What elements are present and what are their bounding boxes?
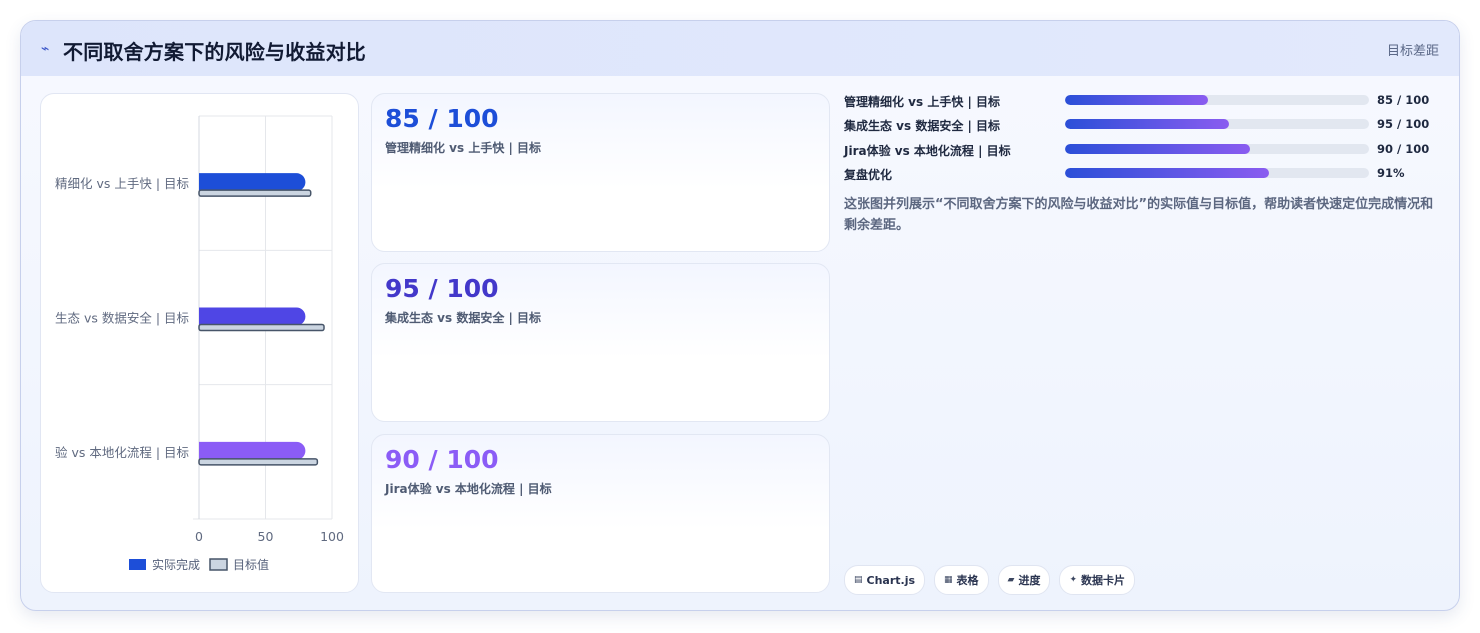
kpi-value: 85 / 100 (385, 104, 499, 133)
chip-chartjs[interactable]: ▤ Chart.js (844, 565, 926, 595)
legend-label-actual: 实际完成 (152, 557, 200, 572)
progress-row: 管理精细化 vs 上手快 | 目标 85 / 100 (844, 93, 1444, 113)
y-tick-label: 生态 vs 数据安全 | 目标 (55, 311, 189, 326)
chip-label: 表格 (956, 574, 979, 587)
progress-value: 95 / 100 (1377, 117, 1430, 131)
progress-track (1065, 119, 1369, 129)
kpi-label: Jira体验 vs 本地化流程 | 目标 (385, 482, 552, 496)
table-icon: ▦ (944, 575, 953, 585)
target-bar (198, 458, 319, 466)
kpi-label: 集成生态 vs 数据安全 | 目标 (385, 311, 542, 325)
progress-label: 集成生态 vs 数据安全 | 目标 (844, 119, 1001, 133)
progress-label: 复盘优化 (844, 168, 893, 182)
chip-label: 数据卡片 (1081, 574, 1126, 587)
y-tick-label: 验 vs 本地化流程 | 目标 (55, 445, 189, 460)
legend-label-target: 目标值 (233, 557, 269, 572)
progress-fill (1065, 144, 1251, 154)
chip-table[interactable]: ▦ 表格 (934, 565, 989, 595)
x-tick-label: 50 (258, 529, 274, 544)
sparkle-icon: ✦ (1069, 575, 1078, 585)
bar-chart: 0 50 100 精细化 vs 上手快 | 目标生态 vs 数据安全 | 目标验 vs… (55, 115, 344, 572)
target-bar (198, 189, 312, 197)
progress-track (1065, 144, 1369, 154)
progress-fill (1065, 95, 1208, 105)
progress-fill (1065, 119, 1230, 129)
chip-data-card[interactable]: ✦ 数据卡片 (1059, 565, 1136, 595)
legend-swatch-target (209, 558, 228, 571)
chip-progress[interactable]: ▰ 进度 (997, 565, 1051, 595)
actual-bar (199, 173, 306, 192)
tag-chips: ▤ Chart.js ▦ 表格 ▰ 进度 ✦ 数据卡片 (844, 565, 1136, 595)
card-header: ⌁ 不同取舍方案下的风险与收益对比 目标差距 (21, 21, 1459, 76)
actual-bar (199, 441, 306, 460)
sparkline-icon: ⌁ (41, 40, 50, 56)
actual-bar (199, 307, 306, 326)
progress-value: 85 / 100 (1377, 93, 1430, 107)
target-bar (198, 323, 325, 332)
legend-swatch-actual (129, 559, 146, 570)
kpi-card: 95 / 100 集成生态 vs 数据安全 | 目标 (371, 263, 830, 422)
progress-value: 91% (1377, 166, 1405, 180)
y-tick-label: 精细化 vs 上手快 | 目标 (55, 176, 189, 191)
x-tick-label: 100 (320, 529, 344, 544)
progress-fill (1065, 168, 1269, 178)
kpi-label: 管理精细化 vs 上手快 | 目标 (385, 141, 542, 155)
progress-label: Jira体验 vs 本地化流程 | 目标 (844, 144, 1011, 158)
chip-label: Chart.js (866, 573, 916, 587)
bar-chart-panel: 0 50 100 精细化 vs 上手快 | 目标 生态 vs 数据安全 | 目标验 vs… (40, 93, 359, 593)
kpi-value: 95 / 100 (385, 274, 499, 303)
progress-row: Jira体验 vs 本地化流程 | 目标 90 / 100 (844, 142, 1444, 162)
progress-icon: ▰ (1007, 575, 1015, 585)
progress-track (1065, 168, 1369, 178)
progress-label: 管理精细化 vs 上手快 | 目标 (844, 95, 1001, 109)
kpi-card: 90 / 100 Jira体验 vs 本地化流程 | 目标 (371, 434, 830, 593)
progress-track (1065, 95, 1369, 105)
progress-value: 90 / 100 (1377, 142, 1430, 156)
header-tag: 目标差距 (1386, 44, 1439, 59)
progress-row: 复盘优化 91% (844, 166, 1444, 186)
x-tick-label: 0 (195, 529, 203, 544)
dashboard-card: ⌁ 不同取舍方案下的风险与收益对比 目标差距 0 50 100 精细化 vs 上手快 … (20, 20, 1460, 611)
page-title: 不同取舍方案下的风险与收益对比 (63, 40, 366, 64)
kpi-card: 85 / 100 管理精细化 vs 上手快 | 目标 (371, 93, 830, 252)
progress-row: 集成生态 vs 数据安全 | 目标 95 / 100 (844, 117, 1444, 137)
chip-label: 进度 (1018, 574, 1041, 587)
kpi-value: 90 / 100 (385, 445, 499, 474)
chart-icon: ▤ (854, 575, 863, 585)
chart-description: 这张图并列展示“不同取舍方案下的风险与收益对比”的实际值与目标值，帮助读者快速定… (844, 197, 1434, 233)
